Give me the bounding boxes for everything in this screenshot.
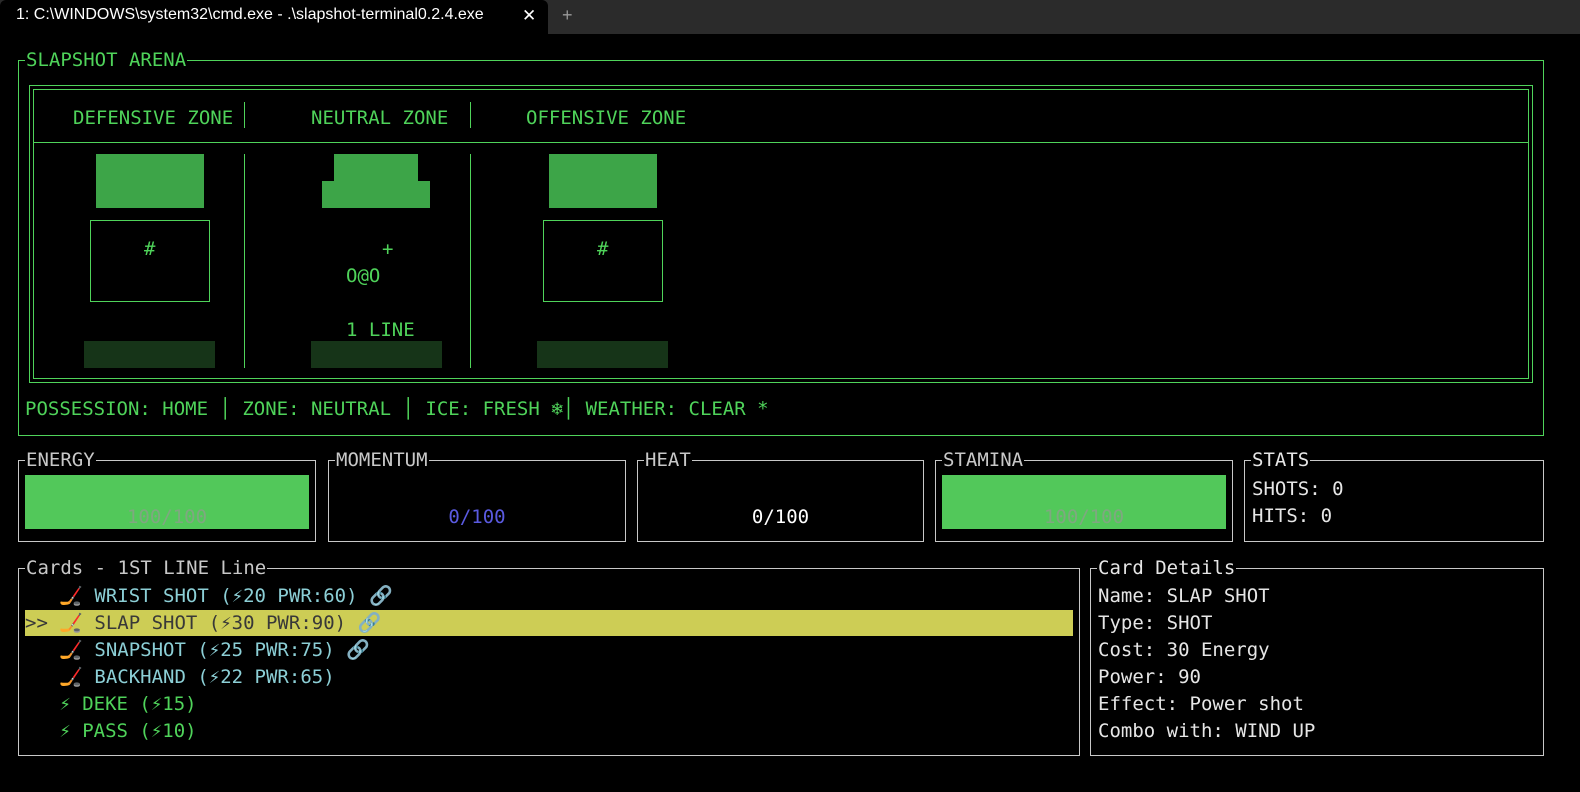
- zone-label-defensive: DEFENSIVE ZONE: [73, 107, 234, 129]
- neutral-shadow: [311, 341, 442, 368]
- momentum-label: MOMENTUM: [335, 449, 429, 471]
- zone-label-offensive: OFFENSIVE ZONE: [526, 107, 687, 129]
- card-item[interactable]: 🏒 BACKHAND (⚡22 PWR:65): [25, 664, 1073, 690]
- zone-divider: [244, 102, 245, 128]
- stamina-value: 100/100: [1043, 506, 1125, 528]
- detail-power: Power: 90: [1098, 666, 1201, 688]
- zone-divider: [470, 102, 471, 128]
- heat-value: 0/100: [751, 506, 810, 528]
- momentum-value: 0/100: [448, 506, 506, 528]
- cards-panel: Cards - 1ST LINE Line 🏒 WRIST SHOT (⚡20 …: [18, 557, 1080, 756]
- offensive-shadow: [537, 341, 668, 368]
- heat-label: HEAT: [644, 449, 692, 471]
- detail-effect: Effect: Power shot: [1098, 693, 1304, 715]
- card-item[interactable]: ⚡ PASS (⚡10): [25, 718, 1073, 744]
- stamina-meter: STAMINA 100/100: [935, 449, 1233, 542]
- card-item[interactable]: ⚡ DEKE (⚡15): [25, 691, 1073, 717]
- detail-combo: Combo with: WIND UP: [1098, 720, 1316, 742]
- zone-header-divider: [34, 142, 1528, 143]
- neutral-block-top: [334, 154, 418, 182]
- offensive-goal-box: [543, 220, 663, 302]
- energy-label: ENERGY: [25, 449, 96, 471]
- heat-meter: HEAT 0/100: [637, 449, 924, 542]
- close-icon[interactable]: ✕: [522, 6, 536, 26]
- hits-count: HITS: 0: [1252, 505, 1333, 527]
- momentum-meter: MOMENTUM 0/100: [328, 449, 626, 542]
- detail-name: Name: SLAP SHOT: [1098, 585, 1270, 607]
- ice-status: ICE: FRESH ❄: [425, 398, 563, 420]
- arena-panel: SLAPSHOT ARENA DEFENSIVE ZONE NEUTRAL ZO…: [18, 49, 1544, 436]
- detail-type: Type: SHOT: [1098, 612, 1213, 634]
- line-label: 1 LINE: [346, 319, 415, 341]
- zone-divider: [470, 154, 471, 368]
- stats-panel: STATS SHOTS: 0 HITS: 0: [1244, 449, 1544, 542]
- defensive-net-block: [96, 154, 204, 208]
- weather-status: WEATHER: CLEAR *: [585, 398, 769, 420]
- tab-title: 1: C:\WINDOWS\system32\cmd.exe - .\slaps…: [16, 6, 484, 23]
- arena-title: SLAPSHOT ARENA: [25, 49, 188, 71]
- rink: DEFENSIVE ZONE NEUTRAL ZONE OFFENSIVE ZO…: [33, 89, 1529, 379]
- stamina-label: STAMINA: [942, 449, 1025, 471]
- terminal-tab[interactable]: 1: C:\WINDOWS\system32\cmd.exe - .\slaps…: [0, 0, 548, 34]
- status-bar: POSSESSION: HOME │ ZONE: NEUTRAL │ ICE: …: [25, 398, 769, 420]
- offensive-goal-marker: #: [597, 238, 609, 260]
- defensive-shadow: [84, 341, 215, 368]
- card-details-title: Card Details: [1097, 557, 1237, 579]
- stats-title: STATS: [1251, 449, 1311, 471]
- tab-bar: 1: C:\WINDOWS\system32\cmd.exe - .\slaps…: [0, 0, 1580, 34]
- cards-title: Cards - 1ST LINE Line: [25, 557, 268, 579]
- zone-status: ZONE: NEUTRAL: [242, 398, 392, 420]
- neutral-block-bottom: [322, 181, 430, 208]
- energy-meter: ENERGY 100/100: [18, 449, 316, 542]
- zone-divider: [244, 154, 245, 368]
- defensive-goal-box: [90, 220, 210, 302]
- energy-value: 100/100: [126, 506, 208, 528]
- defensive-goal-marker: #: [144, 238, 156, 260]
- detail-cost: Cost: 30 Energy: [1098, 639, 1270, 661]
- zone-label-neutral: NEUTRAL ZONE: [311, 107, 449, 129]
- card-item[interactable]: 🏒 SNAPSHOT (⚡25 PWR:75) 🔗: [25, 637, 1073, 663]
- card-item[interactable]: 🏒 WRIST SHOT (⚡20 PWR:60) 🔗: [25, 583, 1073, 609]
- puck-marker: +: [382, 238, 394, 260]
- rink-outer: DEFENSIVE ZONE NEUTRAL ZONE OFFENSIVE ZO…: [29, 85, 1533, 383]
- possession-status: POSSESSION: HOME: [25, 398, 209, 420]
- card-item[interactable]: >> 🏒 SLAP SHOT (⚡30 PWR:90) 🔗: [25, 610, 1073, 636]
- card-details-panel: Card Details Name: SLAP SHOT Type: SHOT …: [1090, 557, 1544, 756]
- new-tab-icon[interactable]: +: [562, 5, 573, 26]
- offensive-net-block: [549, 154, 657, 208]
- players-marker: O@O: [346, 265, 381, 287]
- shots-count: SHOTS: 0: [1252, 478, 1344, 500]
